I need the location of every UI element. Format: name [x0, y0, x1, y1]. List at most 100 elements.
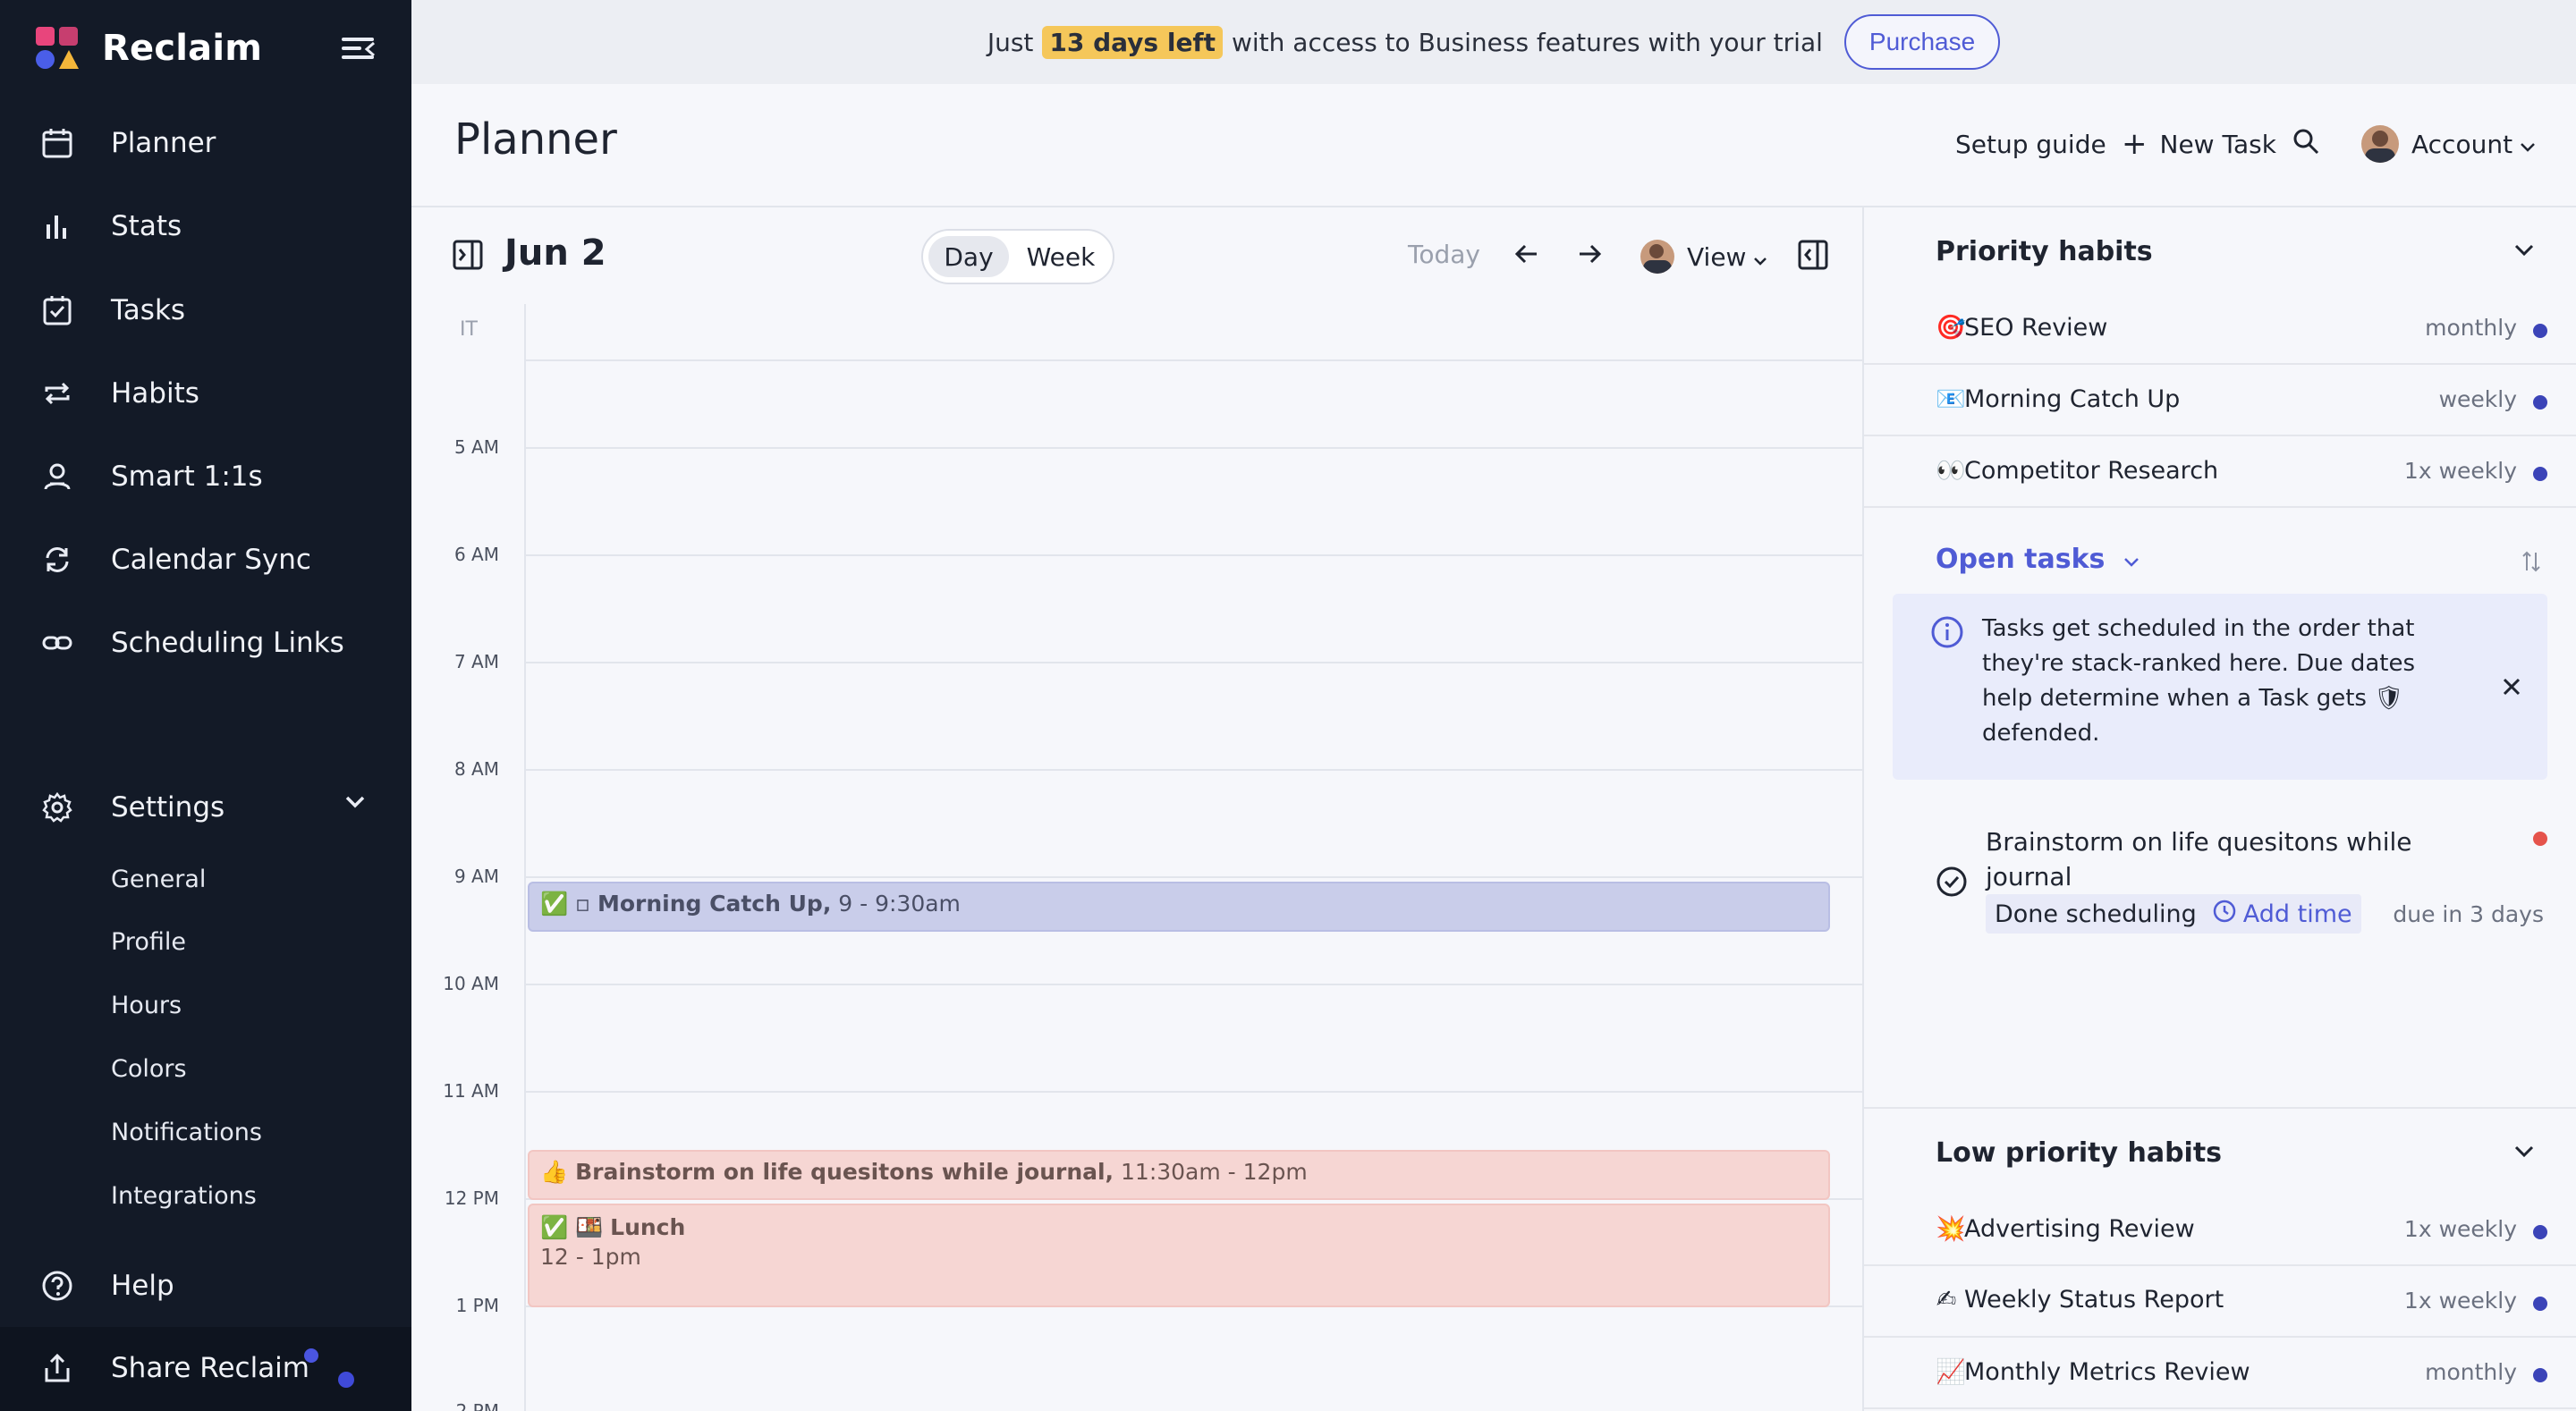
- sort-icon[interactable]: [2521, 549, 2542, 578]
- sidebar-item-label: Stats: [111, 210, 182, 242]
- chevron-down-icon[interactable]: [2513, 243, 2535, 261]
- sync-icon: [39, 542, 75, 578]
- sidebar-item-habits[interactable]: Habits: [39, 368, 199, 418]
- sidebar-item-label: Settings: [111, 791, 225, 824]
- habit-emoji: 📧: [1936, 385, 1966, 413]
- sidebar-item-scheduling-links[interactable]: Scheduling Links: [39, 618, 344, 668]
- hour-gridline: [524, 662, 1862, 663]
- list-item[interactable]: 📧Morning Catch Up weekly: [1864, 365, 2576, 436]
- habit-name: SEO Review: [1964, 314, 2108, 342]
- chevron-down-icon: [1753, 242, 1767, 272]
- open-tasks-dropdown[interactable]: Open tasks: [1936, 544, 2140, 575]
- calendar-event-brainstorm[interactable]: 👍 Brainstorm on life quesitons while jou…: [528, 1150, 1830, 1200]
- task-title: Brainstorm on life quesitons while journ…: [1986, 827, 2412, 891]
- chevron-down-icon[interactable]: [343, 794, 367, 814]
- close-icon[interactable]: [2501, 676, 2522, 701]
- sidebar-item-label: Tasks: [111, 294, 186, 326]
- sidebar-item-label: Planner: [111, 127, 216, 159]
- chevron-down-icon[interactable]: [2513, 1145, 2535, 1162]
- new-task-button[interactable]: + New Task: [2122, 122, 2276, 166]
- arrow-right-icon[interactable]: [1576, 241, 1603, 270]
- sidebar-item-settings[interactable]: Settings: [39, 782, 225, 832]
- sidebar-item-label: Share Reclaim: [111, 1352, 309, 1384]
- day-view-button[interactable]: Day: [928, 236, 1009, 277]
- calendar-date: Jun 2: [504, 232, 606, 274]
- new-task-label: New Task: [2159, 129, 2276, 159]
- hour-label: 7 AM: [453, 651, 499, 672]
- week-view-button[interactable]: Week: [1016, 236, 1106, 277]
- sidebar-item-share-reclaim[interactable]: Share Reclaim: [39, 1343, 354, 1393]
- search-icon: [2292, 127, 2320, 162]
- habit-frequency: 1x weekly: [2403, 1288, 2517, 1314]
- habit-emoji: 👀: [1936, 457, 1966, 485]
- hour-label: 1 PM: [455, 1295, 499, 1316]
- arrow-left-icon[interactable]: [1513, 241, 1540, 270]
- banner-suffix: with access to Business features with yo…: [1232, 27, 1823, 57]
- chevron-down-icon: [2123, 544, 2140, 575]
- sidebar: Reclaim Planner Stats Tasks Habits Smart…: [0, 0, 411, 1411]
- priority-dot: [2533, 1225, 2547, 1239]
- habit-frequency: monthly: [2425, 315, 2517, 341]
- task-status: Done scheduling: [1995, 900, 2197, 928]
- calendar-icon: [39, 125, 75, 161]
- list-item[interactable]: 📈Monthly Metrics Review monthly: [1864, 1338, 2576, 1409]
- event-emoji: 👍: [540, 1159, 569, 1185]
- sidebar-item-smart-1-1s[interactable]: Smart 1:1s: [39, 452, 263, 502]
- collapse-sidebar-icon[interactable]: [342, 36, 375, 61]
- list-item[interactable]: 👀Competitor Research 1x weekly: [1864, 436, 2576, 508]
- done-scheduling-chip: Done scheduling Add time: [1986, 894, 2361, 934]
- list-item[interactable]: 🎯SEO Review monthly: [1864, 293, 2576, 365]
- info-text: Tasks get scheduled in the order that th…: [1982, 615, 2416, 747]
- settings-colors[interactable]: Colors: [111, 1055, 187, 1083]
- gear-icon: [39, 790, 75, 825]
- priorities-panel: Priority habits 🎯SEO Review monthly 📧Mor…: [1864, 207, 2576, 1411]
- setup-guide-button[interactable]: Setup guide: [1955, 122, 2106, 166]
- priority-habits-title: Priority habits: [1936, 236, 2153, 267]
- purchase-button[interactable]: Purchase: [1843, 14, 2001, 70]
- priority-dot: [2533, 395, 2547, 410]
- reclaim-logo-icon: [36, 27, 79, 70]
- task-item[interactable]: Brainstorm on life quesitons while journ…: [1864, 824, 2576, 967]
- expand-left-icon[interactable]: [453, 240, 483, 274]
- search-button[interactable]: [2292, 122, 2320, 166]
- help-icon: [39, 1268, 75, 1304]
- view-toggle: Day Week: [921, 229, 1114, 284]
- hour-gridline: [524, 769, 1862, 771]
- settings-profile[interactable]: Profile: [111, 928, 186, 956]
- view-label: View: [1687, 241, 1747, 272]
- event-time: 12 - 1pm: [540, 1244, 641, 1270]
- add-time-button[interactable]: Add time: [2213, 900, 2352, 929]
- repeat-icon: [39, 376, 75, 411]
- sidebar-item-label: Habits: [111, 377, 199, 410]
- sidebar-item-planner[interactable]: Planner: [39, 118, 216, 168]
- check-circle-icon[interactable]: [1936, 866, 1968, 901]
- settings-integrations[interactable]: Integrations: [111, 1182, 257, 1210]
- sidebar-item-calendar-sync[interactable]: Calendar Sync: [39, 535, 311, 585]
- people-icon: [39, 459, 75, 494]
- view-menu[interactable]: View: [1640, 234, 1767, 279]
- sidebar-item-tasks[interactable]: Tasks: [39, 285, 185, 335]
- habit-name: Weekly Status Report: [1964, 1286, 2224, 1314]
- account-label: Account: [2411, 129, 2513, 159]
- hour-gridline: [524, 359, 1862, 361]
- habit-frequency: 1x weekly: [2403, 1216, 2517, 1242]
- habit-frequency: 1x weekly: [2403, 458, 2517, 484]
- settings-hours[interactable]: Hours: [111, 992, 182, 1019]
- settings-notifications[interactable]: Notifications: [111, 1119, 262, 1146]
- trial-banner: Just 13 days left with access to Busines…: [411, 0, 2576, 84]
- app-logo[interactable]: Reclaim: [36, 27, 262, 70]
- event-emoji: ✅ ▫: [540, 891, 591, 917]
- calendar-event-lunch[interactable]: ✅ 🍱 Lunch 12 - 1pm: [528, 1204, 1830, 1307]
- account-menu[interactable]: Account: [2361, 122, 2536, 166]
- hour-gridline: [524, 1091, 1862, 1093]
- calendar-event-morning-catch-up[interactable]: ✅ ▫ Morning Catch Up, 9 - 9:30am: [528, 882, 1830, 932]
- hour-label: 5 AM: [453, 436, 499, 458]
- list-item[interactable]: ✍ Weekly Status Report 1x weekly: [1864, 1266, 2576, 1338]
- sidebar-item-stats[interactable]: Stats: [39, 201, 182, 251]
- habit-name: Morning Catch Up: [1964, 385, 2181, 413]
- settings-general[interactable]: General: [111, 866, 206, 893]
- list-item[interactable]: 💥Advertising Review 1x weekly: [1864, 1195, 2576, 1266]
- today-button[interactable]: Today: [1408, 240, 1480, 269]
- expand-right-icon[interactable]: [1798, 240, 1828, 274]
- sidebar-item-help[interactable]: Help: [39, 1261, 174, 1311]
